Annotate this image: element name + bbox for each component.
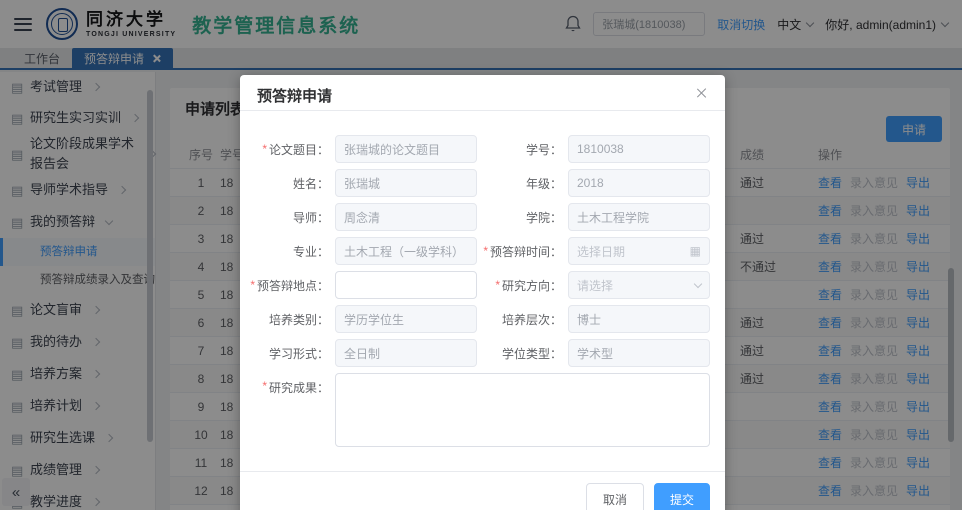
chevron-glyph [694,279,702,287]
degree-type-field: 学术型 [568,339,710,367]
supervisor-label: 导师： [257,203,335,231]
form-row: *预答辩地点：*研究方向：请选择 [257,271,710,299]
field-value: 全日制 [344,345,380,362]
college-field: 土木工程学院 [568,203,710,231]
field-label-text: 学院： [526,209,562,226]
thesis-title-label: *论文题目： [257,135,335,163]
major-label: 专业： [257,237,335,265]
training-category-field: 学历学位生 [335,305,477,333]
submit-button[interactable]: 提交 [654,483,710,510]
training-level-field: 博士 [568,305,710,333]
predefense-time-label: *预答辩时间： [477,237,568,265]
app-page: 同济大学 TONGJI UNIVERSITY 教学管理信息系统 取消切换 中文 … [0,0,962,510]
degree-type-label: 学位类型： [477,339,568,367]
field-label-text: 预答辩地点： [257,277,329,294]
required-mark: * [495,278,500,292]
field-label-text: 学习形式： [269,345,329,362]
field-label-text: 姓名： [293,175,329,192]
form-row: *研究成果： [257,373,710,447]
training-category-label: 培养类别： [257,305,335,333]
calendar-icon: ▦ [690,245,701,257]
required-mark: * [262,379,267,393]
research-direction-label: *研究方向： [477,271,568,299]
form-row: 专业： 土木工程（一级学科） *预答辩时间： 选择日期 ▦ [257,237,710,265]
modal-title: 预答辩申请 [257,88,332,105]
field-label-text: 论文题目： [269,141,329,158]
field-value: 学术型 [577,345,613,362]
grade-year-field: 2018 [568,169,710,197]
major-field: 土木工程（一级学科） [335,237,477,265]
student-no-label: 学号： [477,135,568,163]
field-value: 2018 [577,176,604,190]
supervisor-field: 周念清 [335,203,477,231]
cancel-button[interactable]: 取消 [586,483,644,510]
field-placeholder: 选择日期 [577,243,625,260]
required-mark: * [250,278,255,292]
form-row: 导师： 周念清 学院： 土木工程学院 [257,203,710,231]
field-value: 学历学位生 [344,311,404,328]
field-placeholder: 请选择 [577,277,613,294]
required-mark: * [262,142,267,156]
predefense-application-modal: 预答辩申请 *论文题目：张瑞城的论文题目学号：1810038姓名：张瑞城年级：2… [240,75,725,510]
college-label: 学院： [477,203,568,231]
study-form-label: 学习形式： [257,339,335,367]
student-no-field: 1810038 [568,135,710,163]
required-mark: * [483,244,488,258]
predefense-place-field[interactable] [335,271,477,299]
thesis-title-field: 张瑞城的论文题目 [335,135,477,163]
study-form-field: 全日制 [335,339,477,367]
training-level-label: 培养层次： [477,305,568,333]
field-label-text: 培养类别： [269,311,329,328]
field-label-text: 研究成果： [269,379,329,396]
predefense-place-label: *预答辩地点： [257,271,335,299]
form-row: 培养类别： 学历学位生 培养层次： 博士 [257,305,710,333]
field-value: 土木工程学院 [577,209,649,226]
field-label-text: 年级： [526,175,562,192]
field-value: 张瑞城的论文题目 [344,141,440,158]
field-label-text: 培养层次： [502,311,562,328]
student-name-label: 姓名： [257,169,335,197]
research-results-field[interactable] [335,373,710,447]
modal-footer: 取消 提交 [240,471,725,510]
close-icon[interactable] [695,87,707,99]
calendar-glyph: ▦ [690,245,701,257]
grade-year-label: 年级： [477,169,568,197]
field-label-text: 预答辩时间： [490,243,562,260]
field-label-text: 学号： [526,141,562,158]
form-row: *论文题目： 张瑞城的论文题目 学号： 1810038 [257,135,710,163]
student-name-field: 张瑞城 [335,169,477,197]
field-value: 博士 [577,311,601,328]
field-label-text: 专业： [293,243,329,260]
field-value: 周念清 [344,209,380,226]
field-value: 1810038 [577,142,624,156]
research-results-label: *研究成果： [257,373,335,447]
field-label-text: 研究方向： [502,277,562,294]
form-row: 学习形式： 全日制 学位类型： 学术型 [257,339,710,367]
form-row: 姓名： 张瑞城 年级： 2018 [257,169,710,197]
predefense-time-field[interactable]: 选择日期 ▦ [568,237,710,265]
field-value: 土木工程（一级学科） [344,243,464,260]
field-value: 张瑞城 [344,175,380,192]
research-direction-field[interactable]: 请选择 [568,271,710,299]
field-label-text: 学位类型： [502,345,562,362]
modal-header: 预答辩申请 [240,75,725,111]
chevron-down-icon [695,284,701,287]
field-label-text: 导师： [293,209,329,226]
